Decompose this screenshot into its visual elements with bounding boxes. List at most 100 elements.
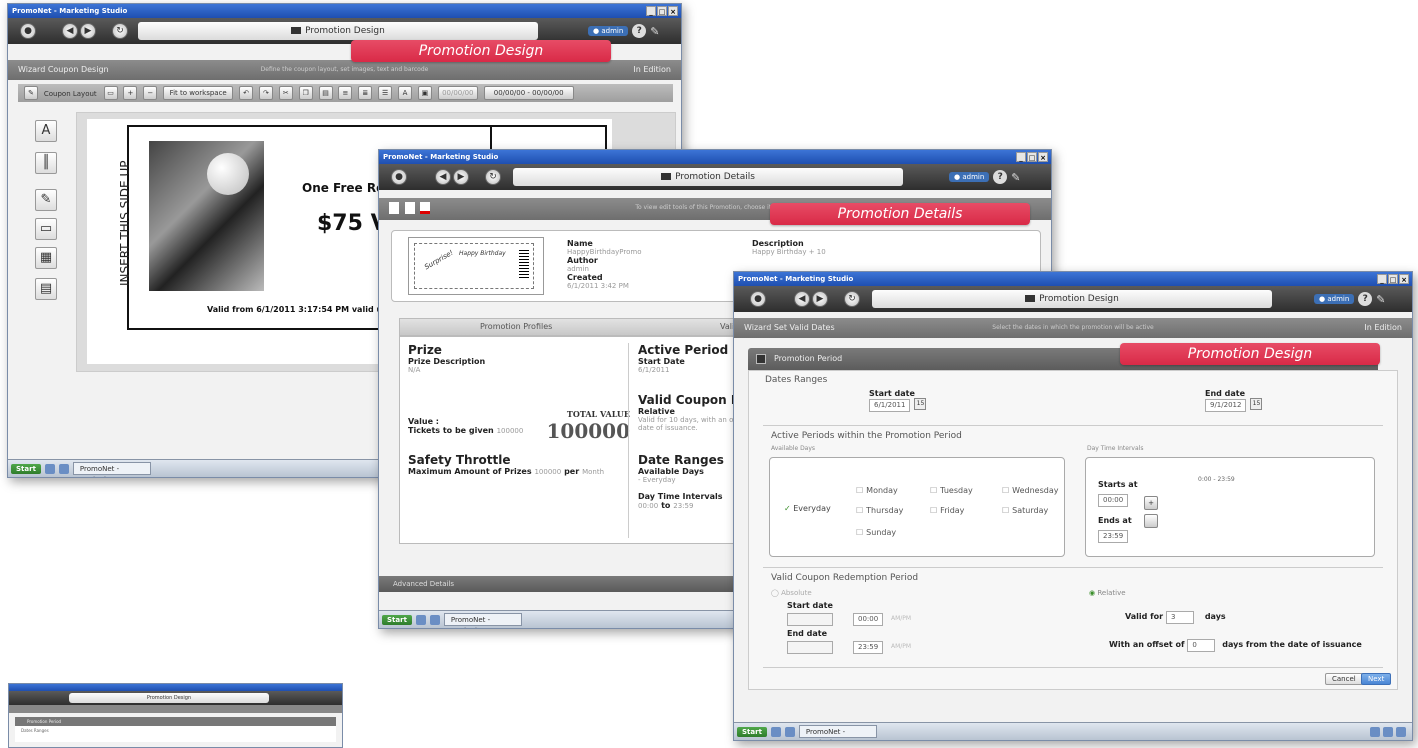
- paste-icon[interactable]: ▤: [318, 86, 333, 100]
- abs-start-time-input[interactable]: 00:00: [853, 613, 884, 626]
- wrench-icon[interactable]: ✎: [1011, 171, 1020, 184]
- pencil-icon[interactable]: ✎: [24, 86, 38, 100]
- copy-icon[interactable]: ❐: [298, 86, 313, 100]
- home-icon[interactable]: ●: [20, 23, 36, 39]
- forward-icon[interactable]: ▶: [453, 169, 469, 185]
- wrench-icon[interactable]: ✎: [650, 25, 659, 38]
- text-tool-icon[interactable]: A: [35, 120, 57, 142]
- date-range-field[interactable]: 00/00/00 - 00/00/00: [483, 86, 574, 100]
- home-icon[interactable]: ●: [750, 291, 766, 307]
- day-sunday[interactable]: Sunday: [856, 528, 896, 537]
- forward-icon[interactable]: ▶: [812, 291, 828, 307]
- calendar-icon[interactable]: 15: [914, 398, 927, 410]
- align-center-icon[interactable]: ≣: [358, 86, 373, 100]
- start-button[interactable]: Start: [737, 726, 767, 737]
- volume-icon[interactable]: [1383, 726, 1393, 737]
- start-button[interactable]: Start: [11, 463, 41, 474]
- forward-icon[interactable]: ▶: [80, 23, 96, 39]
- everyday-checkbox[interactable]: ✓ Everyday: [784, 504, 831, 513]
- network-icon[interactable]: [1370, 726, 1380, 737]
- quicklaunch-icon[interactable]: [770, 726, 781, 737]
- date-left-field[interactable]: 00/00/00: [437, 86, 478, 100]
- close-icon[interactable]: ×: [668, 6, 678, 16]
- day-friday[interactable]: Friday: [930, 506, 964, 515]
- start-date-input[interactable]: 6/1/2011: [869, 398, 911, 412]
- advanced-details-link[interactable]: Advanced Details: [393, 580, 454, 588]
- start-button[interactable]: Start: [382, 614, 412, 625]
- starts-at-input[interactable]: 00:00: [1098, 494, 1129, 507]
- next-button[interactable]: Next: [1361, 673, 1392, 685]
- edit-note-icon[interactable]: [404, 201, 415, 214]
- end-date-input[interactable]: 9/1/2012: [1205, 398, 1247, 412]
- delete-note-icon[interactable]: [420, 201, 431, 214]
- user-button[interactable]: ● admin: [588, 26, 629, 36]
- align-icon[interactable]: ≡: [338, 86, 353, 100]
- minimize-icon[interactable]: _: [1377, 274, 1387, 284]
- back-icon[interactable]: ◀: [435, 169, 451, 185]
- quicklaunch-icon[interactable]: [415, 614, 426, 625]
- abs-end-date-input[interactable]: [787, 641, 833, 654]
- close-icon[interactable]: ×: [1399, 274, 1409, 284]
- taskbar-item[interactable]: PromoNet - Marketin...: [72, 462, 151, 477]
- back-icon[interactable]: ◀: [794, 291, 810, 307]
- wrench-icon[interactable]: ✎: [1376, 293, 1385, 306]
- refresh-icon[interactable]: ↻: [485, 169, 501, 185]
- text-a-icon[interactable]: A: [398, 86, 413, 100]
- help-icon[interactable]: ?: [1358, 292, 1373, 306]
- help-icon[interactable]: ?: [632, 24, 647, 38]
- maximize-icon[interactable]: □: [657, 6, 667, 16]
- maximize-icon[interactable]: □: [1388, 274, 1398, 284]
- undo-icon[interactable]: ↶: [239, 86, 254, 100]
- day-tuesday[interactable]: Tuesday: [930, 486, 973, 495]
- day-thursday[interactable]: Thursday: [856, 506, 903, 515]
- abs-end-time-input[interactable]: 23:59: [853, 641, 884, 654]
- rectangle-tool-icon[interactable]: ▭: [35, 218, 57, 240]
- zoom-in-icon[interactable]: +: [123, 86, 138, 100]
- taskbar-item[interactable]: PromoNet - Marketin...: [443, 613, 522, 628]
- note-icon[interactable]: [389, 201, 399, 214]
- quicklaunch-icon[interactable]: [44, 463, 55, 474]
- tab-promotion-profiles[interactable]: Promotion Profiles: [480, 322, 552, 331]
- card-icon[interactable]: ▭: [103, 86, 118, 100]
- valid-for-input[interactable]: 3: [1165, 611, 1194, 624]
- barcode-tool-icon[interactable]: ║: [35, 152, 57, 174]
- add-interval-icon[interactable]: +: [1144, 496, 1158, 510]
- align-right-icon[interactable]: ☰: [378, 86, 393, 100]
- security-icon[interactable]: [1396, 726, 1406, 737]
- calendar-icon[interactable]: 15: [1250, 398, 1263, 410]
- day-wednesday[interactable]: Wednesday: [1002, 486, 1058, 495]
- zoom-out-icon[interactable]: −: [143, 86, 158, 100]
- abs-start-date-input[interactable]: [787, 613, 833, 626]
- template-tool-icon[interactable]: ▤: [35, 278, 57, 300]
- abs-start-ampm[interactable]: AM/PM: [891, 615, 911, 622]
- day-monday[interactable]: Monday: [856, 486, 898, 495]
- browser-icon[interactable]: [429, 614, 440, 625]
- draw-tool-icon[interactable]: ✎: [35, 189, 57, 211]
- remove-interval-icon[interactable]: [1144, 514, 1158, 528]
- back-icon[interactable]: ◀: [62, 23, 78, 39]
- abs-end-ampm[interactable]: AM/PM: [891, 643, 911, 650]
- close-icon[interactable]: ×: [1038, 152, 1048, 162]
- user-button[interactable]: ● admin: [949, 172, 990, 182]
- taskbar-item[interactable]: PromoNet - Marketin...: [798, 725, 877, 740]
- ends-at-input[interactable]: 23:59: [1098, 530, 1129, 543]
- lock-icon[interactable]: ▣: [417, 86, 432, 100]
- browser-icon[interactable]: [58, 463, 69, 474]
- refresh-icon[interactable]: ↻: [844, 291, 860, 307]
- offset-input[interactable]: 0: [1187, 639, 1216, 652]
- day-saturday[interactable]: Saturday: [1002, 506, 1048, 515]
- home-icon[interactable]: ●: [391, 169, 407, 185]
- redo-icon[interactable]: ↷: [258, 86, 273, 100]
- absolute-radio[interactable]: ◯ Absolute: [771, 589, 812, 597]
- maximize-icon[interactable]: □: [1027, 152, 1037, 162]
- browser-icon[interactable]: [784, 726, 795, 737]
- image-tool-icon[interactable]: ▦: [35, 247, 57, 269]
- refresh-icon[interactable]: ↻: [112, 23, 128, 39]
- zoom-select[interactable]: Fit to workspace: [163, 86, 234, 100]
- relative-radio[interactable]: ◉ Relative: [1089, 589, 1126, 597]
- minimize-icon[interactable]: _: [1016, 152, 1026, 162]
- minimize-icon[interactable]: _: [646, 6, 656, 16]
- cut-icon[interactable]: ✂: [278, 86, 293, 100]
- cancel-button[interactable]: Cancel: [1325, 673, 1363, 685]
- user-button[interactable]: ● admin: [1314, 294, 1355, 304]
